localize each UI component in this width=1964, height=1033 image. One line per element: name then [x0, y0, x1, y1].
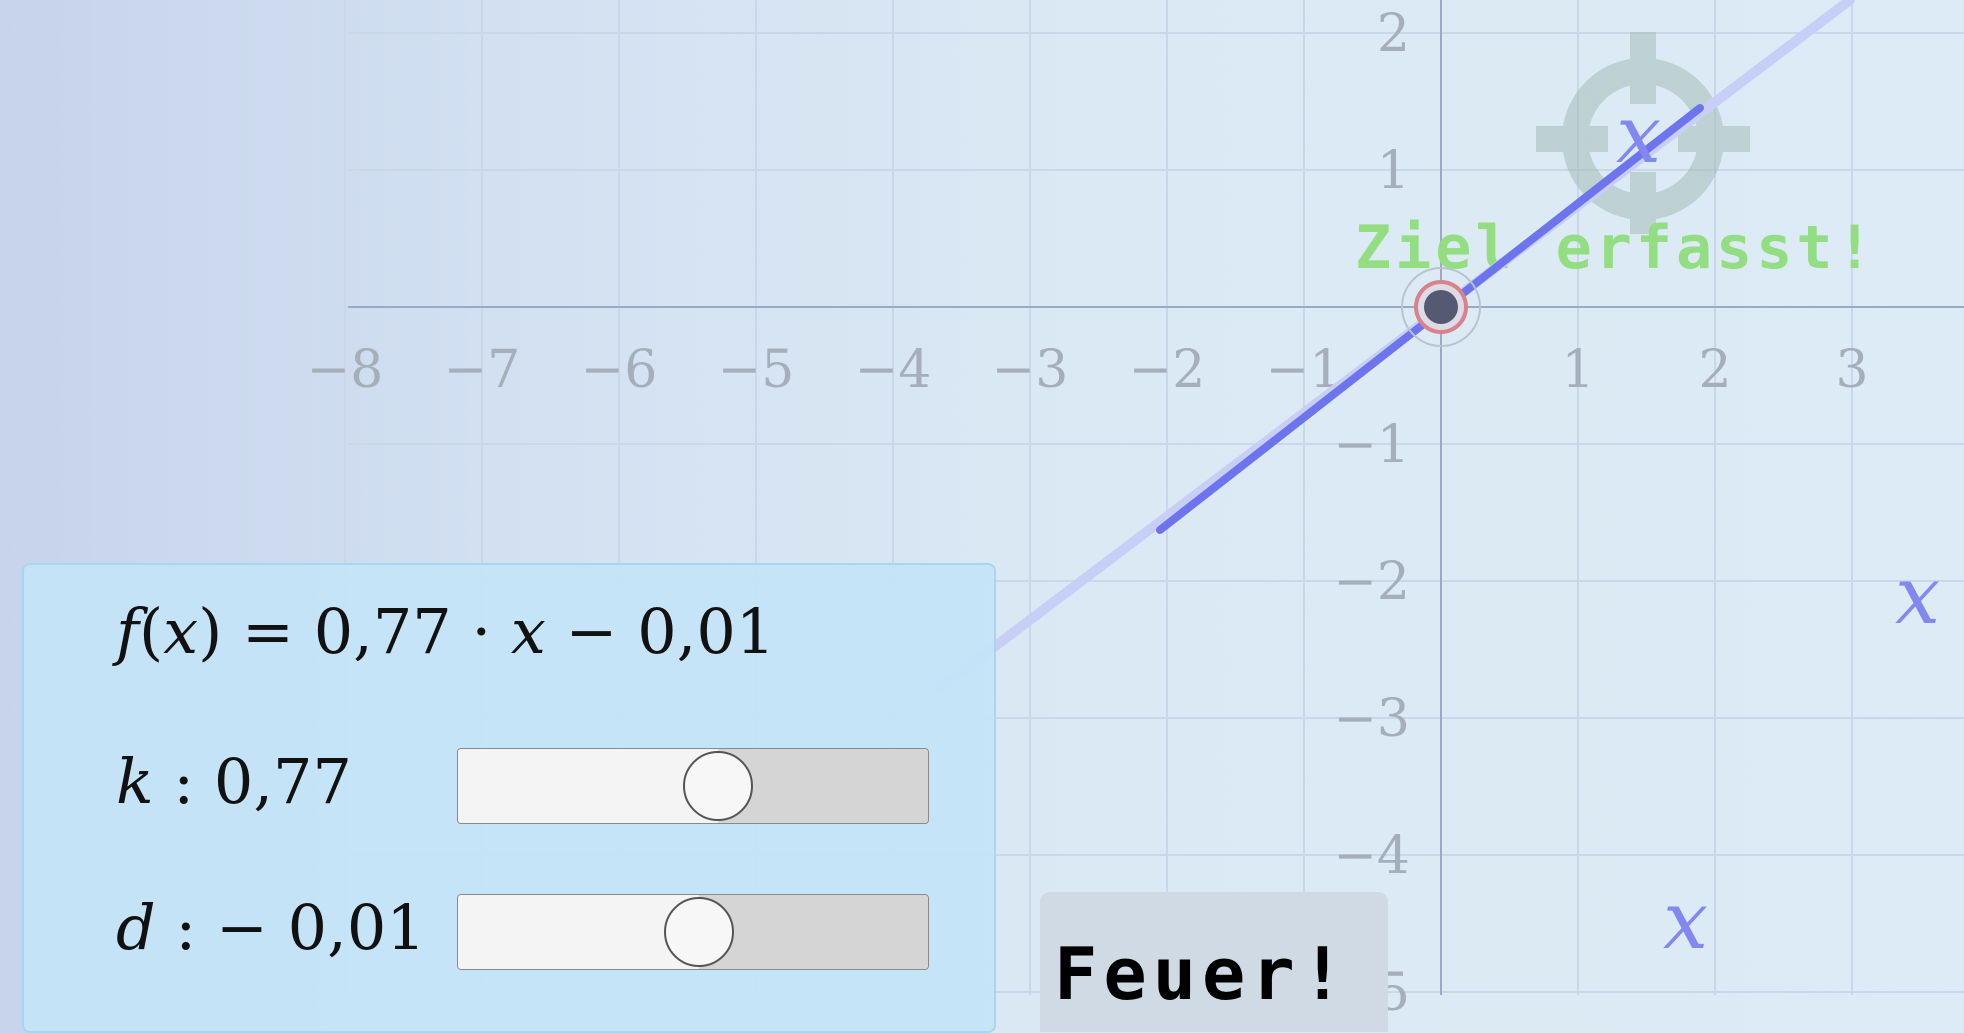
- x-tick-label: −4: [855, 340, 932, 400]
- k-value-label: k : 0,77: [116, 745, 352, 818]
- x-tick-label: −7: [444, 340, 521, 400]
- d-slider-knob[interactable]: [663, 897, 734, 967]
- y-tick-label: −3: [1333, 689, 1410, 749]
- y-tick-label: 1: [1377, 141, 1410, 201]
- x-variable-label: x: [1616, 88, 1661, 181]
- k-slider-knob[interactable]: [682, 751, 753, 821]
- x-tick-label: −8: [307, 340, 384, 400]
- x-tick-label: −2: [1129, 340, 1206, 400]
- x-axis-tick-labels: −8 −7 −6 −5 −4 −3 −2 −1 1 2 3: [307, 340, 1869, 400]
- d-slider[interactable]: [457, 894, 929, 970]
- x-tick-label: 1: [1561, 340, 1594, 400]
- y-axis-tick-labels: 21−1−2−3−4−5: [1333, 4, 1410, 1022]
- function-expression: f(x) = 0,77 · x − 0,01: [116, 595, 776, 668]
- y-tick-label: −1: [1333, 415, 1410, 475]
- x-tick-label: −3: [992, 340, 1069, 400]
- x-tick-label: −5: [718, 340, 795, 400]
- d-value-label: d : − 0,01: [116, 891, 426, 964]
- x-tick-label: −6: [581, 340, 658, 400]
- x-variable-label: x: [1895, 549, 1940, 642]
- k-slider[interactable]: [457, 748, 929, 824]
- x-tick-label: 3: [1835, 340, 1868, 400]
- control-panel: f(x) = 0,77 · x − 0,01 k : 0,77 d : − 0,…: [22, 563, 996, 1033]
- status-text: Ziel erfasst!: [1355, 213, 1877, 283]
- y-tick-label: −2: [1333, 552, 1410, 612]
- y-tick-label: 2: [1377, 4, 1410, 64]
- d-slider-fill: [458, 895, 699, 969]
- fire-button[interactable]: Feuer!: [1040, 892, 1388, 1032]
- y-tick-label: −4: [1333, 826, 1410, 886]
- x-variable-label: x: [1663, 874, 1708, 967]
- x-tick-label: 2: [1698, 340, 1731, 400]
- k-slider-fill: [458, 749, 718, 823]
